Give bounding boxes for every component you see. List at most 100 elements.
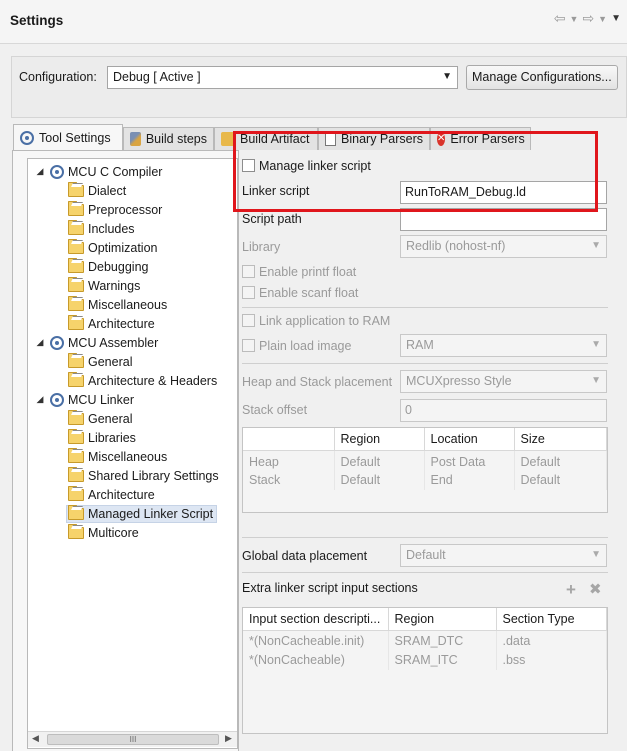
tree-item-dialect[interactable]: Dialect [34,181,234,200]
folder-icon [68,181,84,197]
column-header[interactable]: Region [388,608,497,631]
expanded-arrow-icon[interactable]: ◢ [34,394,46,405]
remove-icon[interactable]: ✖ [589,582,602,598]
plain-load-image-checkbox[interactable]: Plain load image [242,339,351,353]
build-artifact-icon [221,132,235,146]
tree-item-linker-general[interactable]: General [34,409,234,428]
forward-dropdown-icon[interactable]: ▼ [598,14,607,24]
chevron-down-icon: ▼ [591,549,601,560]
column-header[interactable]: Region [334,428,425,451]
tool-gear-icon [50,335,64,350]
manage-configurations-button[interactable]: Manage Configurations... [466,65,618,90]
tree-item-label: General [88,411,133,426]
forward-icon[interactable]: ⇨ [582,10,594,27]
tree-item-mcu-linker[interactable]: ◢ MCU Linker [34,390,234,409]
plain-load-select[interactable]: RAM ▼ [400,334,607,357]
checkbox-box[interactable] [242,265,255,278]
tree-item-multicore[interactable]: Multicore [34,523,234,542]
configuration-select[interactable]: Debug [ Active ] ▼ [107,66,458,89]
tree-item-warnings[interactable]: Warnings [34,276,234,295]
global-data-placement-select[interactable]: Default ▼ [400,544,607,567]
script-path-input[interactable] [400,208,607,231]
checkbox-box[interactable] [242,314,255,327]
library-value: Redlib (nohost-nf) [406,239,506,253]
scroll-thumb[interactable]: III [47,734,219,745]
checkbox-box[interactable] [242,286,255,299]
back-icon[interactable]: ⇦ [554,10,566,27]
column-header[interactable] [243,428,335,451]
table-row[interactable]: *(NonCacheable.init) SRAM_DTC .data [243,630,607,650]
chevron-down-icon: ▼ [442,71,452,82]
tree-item-linker-architecture[interactable]: Architecture [34,485,234,504]
tab-build-artifact[interactable]: Build Artifact [214,127,318,150]
table-cell: Default [334,450,425,470]
add-icon[interactable]: + [566,581,576,598]
column-header[interactable]: Size [514,428,607,451]
stack-offset-input[interactable]: 0 [400,399,607,422]
tree-item-miscellaneous[interactable]: Miscellaneous [34,295,234,314]
tab-binary-parsers[interactable]: Binary Parsers [318,127,430,150]
column-header[interactable]: Location [424,428,515,451]
table-row[interactable]: Heap Default Post Data Default [243,450,607,470]
tree-horizontal-scrollbar[interactable]: ◀ III ▶ [28,731,237,747]
folder-icon [68,523,84,539]
tree-item-architecture-headers[interactable]: Architecture & Headers [34,371,234,390]
nav-icons: ⇦ ▼ ⇨ ▼ ▼ [554,10,621,27]
back-dropdown-icon[interactable]: ▼ [570,14,579,24]
checkbox-box[interactable] [242,339,255,352]
view-menu-icon[interactable]: ▼ [611,13,621,24]
configuration-label: Configuration: [19,70,97,84]
folder-icon [68,504,84,520]
tree-item-architecture[interactable]: Architecture [34,314,234,333]
folder-icon [68,295,84,311]
expanded-arrow-icon[interactable]: ◢ [34,166,46,177]
tree-item-shared-library-settings[interactable]: Shared Library Settings [34,466,234,485]
table-cell: Default [514,450,607,470]
table-row[interactable]: *(NonCacheable) SRAM_ITC .bss [243,650,607,670]
tool-gear-icon [50,164,64,179]
column-header[interactable]: Section Type [496,608,607,631]
heap-stack-placement-select[interactable]: MCUXpresso Style ▼ [400,370,607,393]
tab-tool-settings[interactable]: Tool Settings [13,124,123,150]
checkbox-box[interactable] [242,159,255,172]
window-title: Settings [10,13,64,28]
settings-tree: ◢ MCU C Compiler Dialect Preprocessor In… [27,158,238,749]
checkbox-label: Link application to RAM [259,314,391,328]
tree-item-linker-miscellaneous[interactable]: Miscellaneous [34,447,234,466]
scroll-right-icon[interactable]: ▶ [225,733,232,744]
script-path-label: Script path [242,212,302,226]
enable-printf-float-checkbox[interactable]: Enable printf float [242,265,356,279]
tree-item-general[interactable]: General [34,352,234,371]
linker-script-input[interactable]: RunToRAM_Debug.ld [400,181,607,204]
table-cell: .bss [496,650,607,670]
title-bar: Settings ⇦ ▼ ⇨ ▼ ▼ [0,0,627,44]
table-cell: SRAM_ITC [388,650,497,670]
column-header[interactable]: Input section descripti... [243,608,389,631]
tab-label: Build Artifact [240,132,310,146]
tree-item-preprocessor[interactable]: Preprocessor [34,200,234,219]
scroll-left-icon[interactable]: ◀ [32,733,39,744]
tab-label: Error Parsers [450,132,525,146]
separator [242,363,608,364]
separator [242,537,608,538]
tab-error-parsers[interactable]: ✕ Error Parsers [430,127,531,150]
expanded-arrow-icon[interactable]: ◢ [34,337,46,348]
tree-item-label: Managed Linker Script [88,506,214,521]
tree-item-includes[interactable]: Includes [34,219,234,238]
table-cell: Default [514,470,607,490]
tree-item-optimization[interactable]: Optimization [34,238,234,257]
table-row[interactable]: Stack Default End Default [243,470,607,490]
tree-item-managed-linker-script[interactable]: Managed Linker Script [34,504,234,523]
tree-item-mcu-assembler[interactable]: ◢ MCU Assembler [34,333,234,352]
tree-item-libraries[interactable]: Libraries [34,428,234,447]
tree-item-mcu-c-compiler[interactable]: ◢ MCU C Compiler [34,162,234,181]
tab-label: Tool Settings [39,130,111,145]
library-select[interactable]: Redlib (nohost-nf) ▼ [400,235,607,258]
link-to-ram-checkbox[interactable]: Link application to RAM [242,314,390,328]
tab-build-steps[interactable]: Build steps [123,127,214,150]
enable-scanf-float-checkbox[interactable]: Enable scanf float [242,286,358,300]
tree-item-debugging[interactable]: Debugging [34,257,234,276]
manage-linker-script-checkbox[interactable]: Manage linker script [242,159,371,173]
folder-icon [68,485,84,501]
folder-icon [68,257,84,273]
